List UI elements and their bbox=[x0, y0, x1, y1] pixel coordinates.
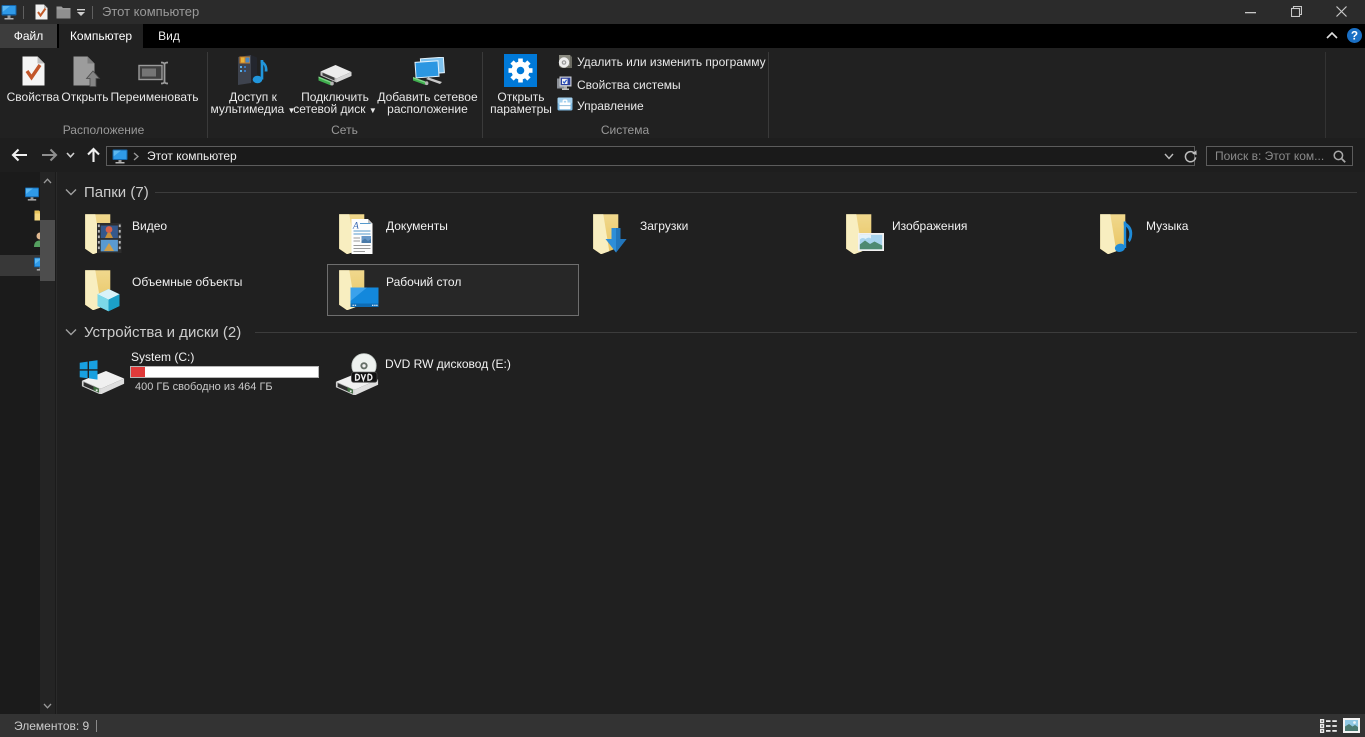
svg-text:A: A bbox=[352, 222, 359, 232]
svg-text:?: ? bbox=[1351, 30, 1358, 43]
